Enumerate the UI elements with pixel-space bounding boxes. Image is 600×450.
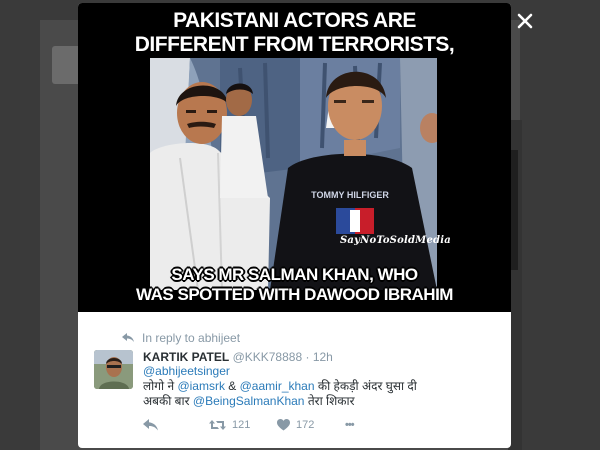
retweet-icon	[209, 420, 226, 430]
tweet-text-segment: लोगो ने	[143, 379, 178, 393]
tweet-text-segment: अबकी बार	[143, 394, 193, 408]
tweet-actions: 121 172 •••	[143, 416, 355, 434]
avatar[interactable]	[94, 350, 133, 389]
reply-context-text: In reply to abhijeet	[142, 331, 241, 345]
mention-link[interactable]: @abhijeetsinger	[143, 364, 230, 378]
meme-caption-top-line2: DIFFERENT FROM TERRORISTS,	[134, 33, 455, 56]
tweet-line-2: लोगो ने @iamsrk & @aamir_khan की हेकड़ी …	[143, 379, 498, 394]
like-button[interactable]: 172	[277, 419, 345, 431]
author-handle[interactable]: @KKK78888	[233, 350, 303, 364]
tweet-modal: TOMMY HILFIGER PAKISTANI ACTORS ARE DIFF…	[78, 3, 511, 448]
meme-caption-bottom-line2: WAS SPOTTED WITH DAWOOD IBRAHIM	[136, 285, 453, 304]
meme-photo: TOMMY HILFIGER	[150, 58, 437, 290]
retweet-button[interactable]: 121	[209, 419, 277, 431]
meme-caption-top: PAKISTANI ACTORS ARE DIFFERENT FROM TERR…	[78, 9, 511, 57]
close-button[interactable]	[512, 8, 538, 34]
close-icon	[517, 13, 533, 29]
tweet-header: KARTIK PATEL @KKK78888 · 12h	[143, 350, 333, 364]
tweet-line-1: @abhijeetsinger	[143, 364, 498, 379]
tweet-text: @abhijeetsinger लोगो ने @iamsrk & @aamir…	[143, 364, 498, 409]
separator-dot: ·	[305, 350, 310, 364]
mention-link[interactable]: @aamir_khan	[240, 379, 315, 393]
reply-icon	[143, 419, 158, 431]
meme-caption-bottom-line1: SAYS MR SALMAN KHAN, WHO	[171, 265, 418, 284]
retweet-count: 121	[232, 419, 251, 431]
meme-caption-top-line1: PAKISTANI ACTORS ARE	[173, 9, 416, 32]
reply-arrow-icon	[122, 333, 134, 342]
tweet-text-segment: की हेकड़ी अंदर घुसा दी	[314, 379, 417, 393]
author-name[interactable]: KARTIK PATEL	[143, 350, 229, 364]
tweet-line-3: अबकी बार @BeingSalmanKhan तेरा शिकार	[143, 394, 498, 409]
meme-caption-bottom: SAYS MR SALMAN KHAN, WHO WAS SPOTTED WIT…	[78, 265, 511, 305]
more-icon: •••	[345, 419, 355, 431]
heart-icon	[277, 419, 290, 431]
mention-link[interactable]: @BeingSalmanKhan	[193, 394, 305, 408]
mention-link[interactable]: @iamsrk	[177, 379, 225, 393]
tweet-media[interactable]: TOMMY HILFIGER PAKISTANI ACTORS ARE DIFF…	[78, 3, 511, 312]
like-count: 172	[296, 419, 315, 431]
reply-context[interactable]: In reply to abhijeet	[122, 331, 240, 345]
tweet-time[interactable]: 12h	[313, 350, 333, 364]
tweet-text-segment: तेरा शिकार	[304, 394, 355, 408]
shirt-text: TOMMY HILFIGER	[311, 190, 389, 200]
reply-button[interactable]	[143, 419, 209, 431]
watermark: SayNoToSoldMedia	[340, 235, 451, 246]
tweet-text-segment: &	[224, 379, 240, 393]
tweet: In reply to abhijeet KARTIK PATEL @KKK78…	[78, 312, 511, 448]
more-options-button[interactable]: •••	[345, 419, 355, 431]
